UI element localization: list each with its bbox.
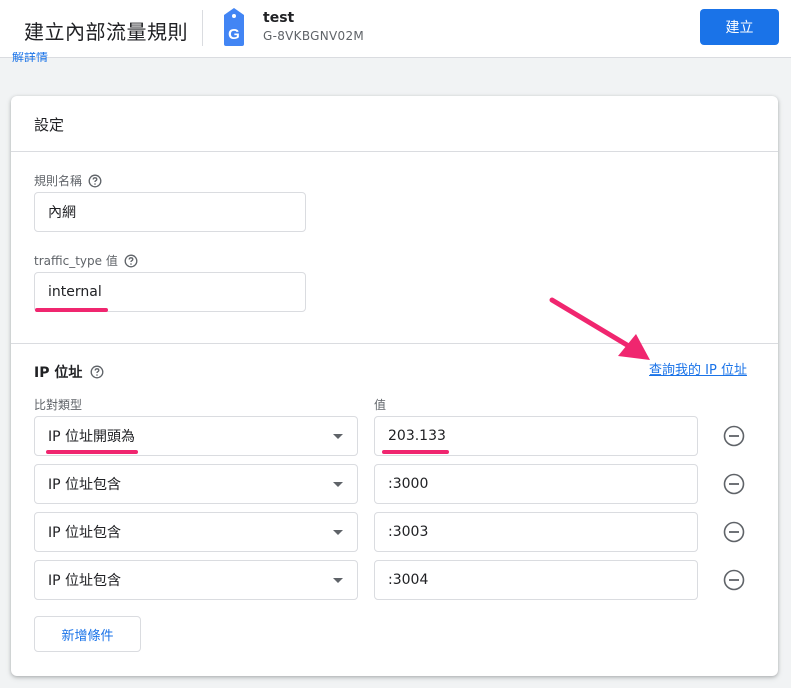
- settings-card: 設定 規則名稱 內網 traffic_type 值 internal IP 位址…: [11, 96, 778, 676]
- caret-down-icon: [333, 434, 343, 439]
- match-type-select[interactable]: IP 位址包含: [34, 512, 358, 552]
- rule-name-label-text: 規則名稱: [34, 174, 83, 188]
- match-type-select[interactable]: IP 位址包含: [34, 560, 358, 600]
- match-type-header: 比對類型: [34, 398, 83, 412]
- remove-circle-icon[interactable]: [723, 425, 745, 447]
- settings-title: 設定: [34, 116, 65, 134]
- ip-value-input[interactable]: :3000: [374, 464, 698, 504]
- annotation-underline: [382, 450, 449, 454]
- remove-circle-icon[interactable]: [723, 569, 745, 591]
- match-type-value: IP 位址包含: [48, 477, 122, 493]
- match-type-value: IP 位址開頭為: [48, 429, 136, 445]
- match-type-value: IP 位址包含: [48, 525, 122, 541]
- page-title: 建立內部流量規則: [24, 20, 188, 44]
- annotation-underline: [35, 308, 108, 312]
- property-name: test: [263, 10, 295, 26]
- property-id: G-8VKBGNV02M: [263, 29, 365, 43]
- create-button[interactable]: 建立: [700, 9, 779, 45]
- lookup-my-ip-link[interactable]: 查詢我的 IP 位址: [649, 359, 747, 378]
- help-icon[interactable]: [124, 254, 138, 268]
- ip-section-title-text: IP 位址: [34, 365, 83, 381]
- ip-value-input[interactable]: :3004: [374, 560, 698, 600]
- traffic-type-input[interactable]: internal: [34, 272, 306, 312]
- help-icon[interactable]: [90, 365, 104, 379]
- caret-down-icon: [333, 530, 343, 535]
- tag-letter: G: [228, 26, 240, 43]
- caret-down-icon: [333, 578, 343, 583]
- add-condition-button[interactable]: 新增條件: [34, 616, 141, 652]
- topbar-divider: [202, 10, 203, 46]
- rule-name-input[interactable]: 內網: [34, 192, 306, 232]
- match-type-select[interactable]: IP 位址包含: [34, 464, 358, 504]
- remove-circle-icon[interactable]: [723, 473, 745, 495]
- details-link[interactable]: 解詳情: [12, 52, 48, 62]
- help-icon[interactable]: [88, 174, 102, 188]
- google-tag-icon: G: [224, 8, 244, 46]
- title-divider: [11, 151, 778, 152]
- match-type-value: IP 位址包含: [48, 573, 122, 589]
- ip-section-title: IP 位址: [34, 362, 104, 382]
- rule-name-label: 規則名稱: [34, 172, 102, 189]
- traffic-type-label: traffic_type 值: [34, 252, 138, 269]
- value-header: 值: [374, 398, 387, 412]
- annotation-underline: [46, 450, 138, 454]
- ip-value-input[interactable]: :3003: [374, 512, 698, 552]
- remove-circle-icon[interactable]: [723, 521, 745, 543]
- annotation-arrow-icon: [549, 297, 650, 360]
- section-divider: [11, 343, 778, 344]
- caret-down-icon: [333, 482, 343, 487]
- traffic-type-label-text: traffic_type 值: [34, 254, 118, 268]
- top-bar: 建立內部流量規則 G test G-8VKBGNV02M 建立: [0, 0, 791, 58]
